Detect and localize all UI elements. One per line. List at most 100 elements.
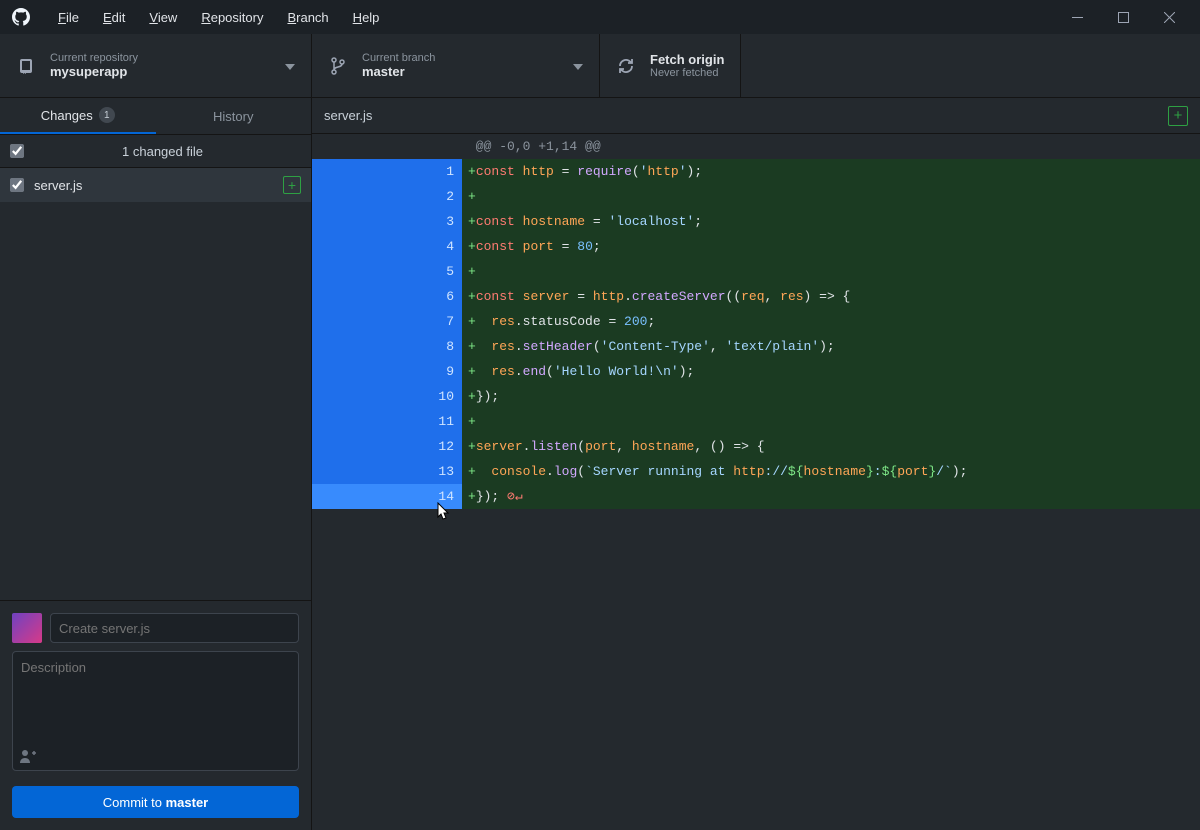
gutter-new: 3 — [387, 209, 462, 234]
commit-panel: Commit to master — [0, 600, 311, 830]
diff-line[interactable]: 8+ res.setHeader('Content-Type', 'text/p… — [312, 334, 1200, 359]
diff-line[interactable]: 7+ res.statusCode = 200; — [312, 309, 1200, 334]
gutter-old — [312, 384, 387, 409]
branch-icon — [328, 56, 348, 76]
diff-code: + console.log(`Server running at http://… — [462, 459, 1200, 484]
diff-code: +const port = 80; — [462, 234, 1200, 259]
diff-code: +}); — [462, 384, 1200, 409]
sidebar-tabs: Changes 1 History — [0, 98, 311, 134]
tab-history-label: History — [213, 109, 253, 124]
gutter-new: 8 — [387, 334, 462, 359]
changes-count-badge: 1 — [99, 107, 115, 123]
repo-value: mysuperapp — [50, 64, 138, 79]
diff-header: server.js + — [312, 98, 1200, 134]
titlebar: File Edit View Repository Branch Help — [0, 0, 1200, 34]
gutter-new: 2 — [387, 184, 462, 209]
main: Changes 1 History 1 changed file server.… — [0, 98, 1200, 830]
fetch-button[interactable]: Fetch origin Never fetched — [600, 34, 741, 97]
tab-changes-label: Changes — [41, 108, 93, 123]
repo-switcher[interactable]: Current repository mysuperapp — [0, 34, 312, 97]
branch-switcher[interactable]: Current branch master — [312, 34, 600, 97]
menu-edit[interactable]: Edit — [91, 4, 137, 31]
repo-icon — [16, 57, 36, 75]
menu-repository[interactable]: Repository — [189, 4, 275, 31]
diff-body[interactable]: @@ -0,0 +1,14 @@1+const http = require('… — [312, 134, 1200, 830]
branch-value: master — [362, 64, 435, 79]
diff-code: +const server = http.createServer((req, … — [462, 284, 1200, 309]
diff-line[interactable]: 1+const http = require('http'); — [312, 159, 1200, 184]
menu-branch[interactable]: Branch — [275, 4, 340, 31]
github-logo-icon — [12, 8, 30, 26]
diff-line[interactable]: 14+}); ⊘↵ — [312, 484, 1200, 509]
gutter-old — [312, 309, 387, 334]
chevron-down-icon — [285, 58, 295, 73]
diff-line[interactable]: 9+ res.end('Hello World!\n'); — [312, 359, 1200, 384]
repo-label: Current repository — [50, 52, 138, 64]
gutter-new: 5 — [387, 259, 462, 284]
diff-line[interactable]: 4+const port = 80; — [312, 234, 1200, 259]
gutter-new: 7 — [387, 309, 462, 334]
diff-code: + res.end('Hello World!\n'); — [462, 359, 1200, 384]
gutter-new: 12 — [387, 434, 462, 459]
gutter-old — [312, 409, 387, 434]
diff-line[interactable]: 2+ — [312, 184, 1200, 209]
gutter-old — [312, 434, 387, 459]
diff-line[interactable]: 11+ — [312, 409, 1200, 434]
window-close-button[interactable] — [1146, 0, 1192, 34]
diff-code: +}); ⊘↵ — [462, 484, 1200, 509]
diff-code: +const hostname = 'localhost'; — [462, 209, 1200, 234]
diff-line[interactable]: 10+}); — [312, 384, 1200, 409]
gutter-old — [312, 209, 387, 234]
commit-button-branch: master — [166, 795, 209, 810]
gutter-old — [312, 484, 387, 509]
diff-line[interactable]: 5+ — [312, 259, 1200, 284]
menu-file[interactable]: File — [46, 4, 91, 31]
window-maximize-button[interactable] — [1100, 0, 1146, 34]
gutter-old — [312, 334, 387, 359]
sync-icon — [616, 57, 636, 75]
branch-label: Current branch — [362, 52, 435, 64]
sidebar: Changes 1 History 1 changed file server.… — [0, 98, 312, 830]
diff-line[interactable]: 3+const hostname = 'localhost'; — [312, 209, 1200, 234]
gutter-new: 9 — [387, 359, 462, 384]
gutter-new: 14 — [387, 484, 462, 509]
gutter-old — [312, 359, 387, 384]
diff-filename: server.js — [324, 108, 372, 123]
diff-code: +const http = require('http'); — [462, 159, 1200, 184]
app-menu: File Edit View Repository Branch Help — [46, 4, 391, 31]
gutter-old — [312, 284, 387, 309]
diff-hunk-header: @@ -0,0 +1,14 @@ — [312, 134, 1200, 159]
diff-code: + res.setHeader('Content-Type', 'text/pl… — [462, 334, 1200, 359]
tab-changes[interactable]: Changes 1 — [0, 98, 156, 134]
new-file-icon[interactable]: + — [1168, 106, 1188, 126]
add-coauthor-icon[interactable] — [20, 749, 36, 766]
gutter-old — [312, 459, 387, 484]
window-minimize-button[interactable] — [1054, 0, 1100, 34]
diff-line[interactable]: 6+const server = http.createServer((req,… — [312, 284, 1200, 309]
tab-history[interactable]: History — [156, 98, 312, 134]
toolbar: Current repository mysuperapp Current br… — [0, 34, 1200, 98]
menu-view[interactable]: View — [137, 4, 189, 31]
file-checkbox[interactable] — [10, 178, 24, 192]
gutter-new: 6 — [387, 284, 462, 309]
commit-summary-input[interactable] — [50, 613, 299, 643]
files-header-label: 1 changed file — [24, 144, 301, 159]
diff-line[interactable]: 12+server.listen(port, hostname, () => { — [312, 434, 1200, 459]
gutter-new: 11 — [387, 409, 462, 434]
avatar — [12, 613, 42, 643]
diff-panel: server.js + @@ -0,0 +1,14 @@1+const http… — [312, 98, 1200, 830]
gutter-old — [312, 159, 387, 184]
select-all-checkbox[interactable] — [10, 144, 24, 158]
file-row[interactable]: server.js + — [0, 168, 311, 202]
diff-line[interactable]: 13+ console.log(`Server running at http:… — [312, 459, 1200, 484]
files-header: 1 changed file — [0, 134, 311, 168]
menu-help[interactable]: Help — [341, 4, 392, 31]
commit-button[interactable]: Commit to master — [12, 786, 299, 818]
diff-code: +server.listen(port, hostname, () => { — [462, 434, 1200, 459]
diff-code: + — [462, 259, 1200, 284]
gutter-old — [312, 259, 387, 284]
gutter-old — [312, 234, 387, 259]
no-newline-icon: ⊘↵ — [507, 489, 523, 504]
commit-description-input[interactable] — [12, 651, 299, 771]
file-added-icon: + — [283, 176, 301, 194]
